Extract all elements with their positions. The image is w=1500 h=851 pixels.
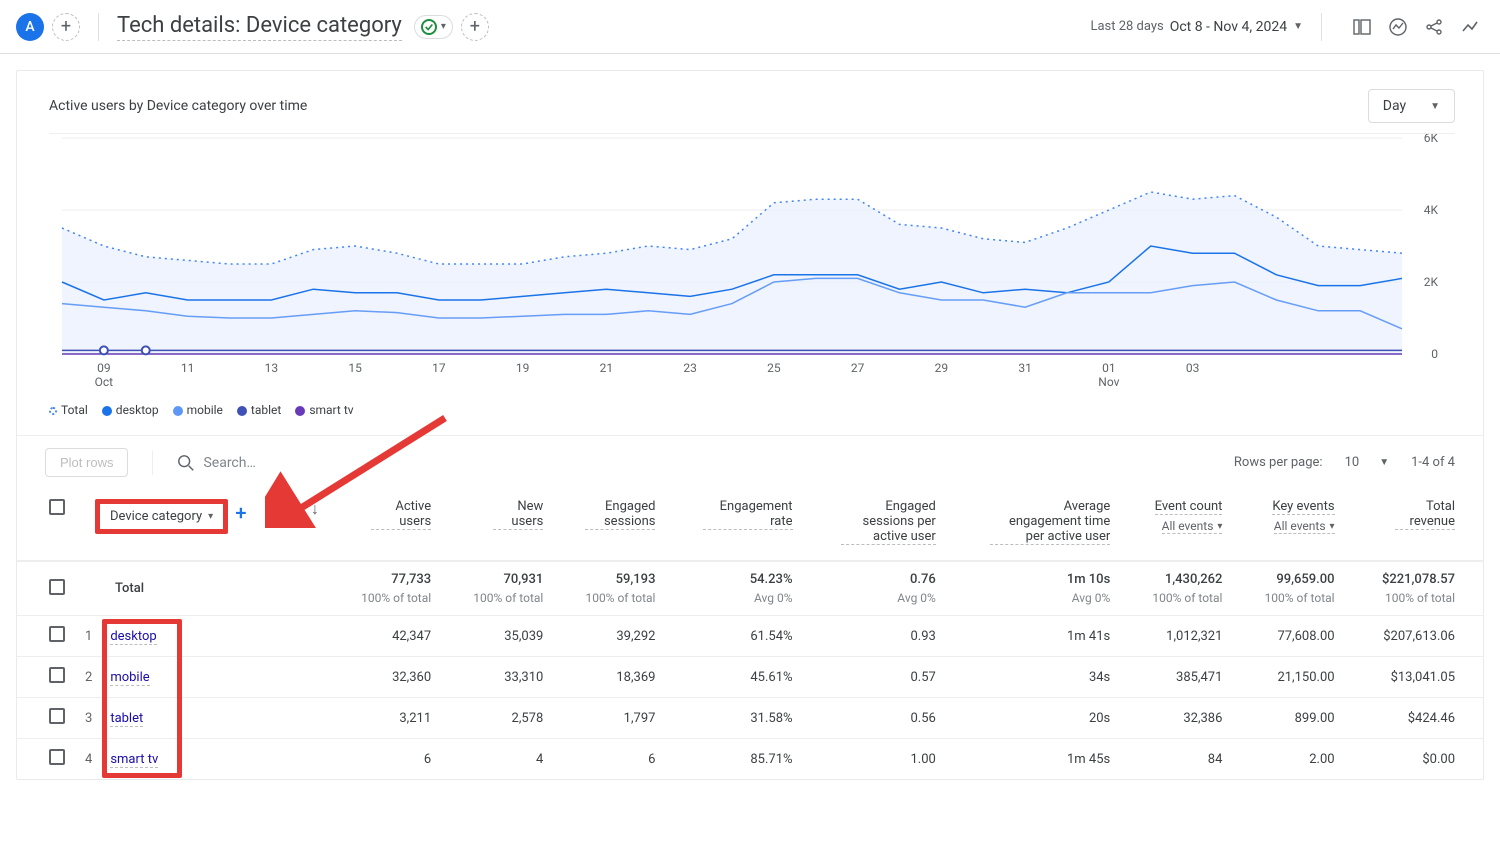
svg-text:17: 17	[432, 361, 446, 375]
chart-title: Active users by Device category over tim…	[49, 98, 307, 114]
trend-icon[interactable]	[1456, 13, 1484, 41]
plot-rows-button[interactable]: Plot rows	[45, 448, 128, 477]
page-range: 1-4 of 4	[1411, 455, 1455, 470]
rows-per-page-label: Rows per page:	[1234, 455, 1323, 470]
svg-text:27: 27	[851, 361, 865, 375]
select-all-checkbox[interactable]	[49, 499, 65, 515]
col-engaged-per-user[interactable]: Engaged sessions per active user	[841, 499, 936, 545]
granularity-label: Day	[1383, 98, 1406, 114]
date-range-text: Oct 8 - Nov 4, 2024	[1170, 19, 1287, 35]
avatar[interactable]: A	[16, 13, 44, 41]
row-checkbox[interactable]	[49, 579, 65, 595]
svg-text:4K: 4K	[1424, 203, 1439, 217]
svg-text:2K: 2K	[1424, 275, 1439, 289]
legend-desktop[interactable]: desktop	[102, 403, 159, 417]
search-icon	[177, 454, 195, 472]
svg-text:13: 13	[265, 361, 279, 375]
customize-report-icon[interactable]	[1348, 13, 1376, 41]
row-checkbox[interactable]	[49, 708, 65, 724]
col-event-count[interactable]: Event count	[1155, 499, 1223, 515]
row-checkbox[interactable]	[49, 626, 65, 642]
table-row: 3tablet 3,2112,5781,79731.58% 0.5620s32,…	[17, 698, 1483, 739]
search-input[interactable]: Search…	[177, 454, 255, 472]
date-prefix: Last 28 days	[1090, 19, 1163, 34]
row-dimension[interactable]: 3tablet	[75, 698, 295, 739]
svg-text:15: 15	[348, 361, 362, 375]
table-row: 4smart tv 64685.71% 1.001m 45s842.00 $0.…	[17, 739, 1483, 780]
col-new-users[interactable]: New users	[493, 499, 543, 530]
table-controls: Plot rows Search… Rows per page: 10▼ 1-4…	[17, 435, 1483, 489]
svg-text:0: 0	[1431, 347, 1438, 361]
legend-mobile[interactable]: mobile	[173, 403, 223, 417]
col-active-users[interactable]: Active users	[371, 499, 431, 530]
svg-text:11: 11	[181, 361, 195, 375]
share-icon[interactable]	[1420, 13, 1448, 41]
sort-arrow-down-icon[interactable]: ↓	[311, 499, 319, 518]
svg-text:03: 03	[1186, 361, 1200, 375]
legend-total[interactable]: Total	[49, 403, 88, 417]
table-row: 1desktop 42,34735,03939,29261.54% 0.931m…	[17, 616, 1483, 657]
granularity-dropdown[interactable]: Day ▼	[1368, 89, 1455, 123]
svg-text:Nov: Nov	[1098, 375, 1119, 389]
svg-text:23: 23	[683, 361, 697, 375]
svg-text:21: 21	[600, 361, 614, 375]
row-dimension[interactable]: 2mobile	[75, 657, 295, 698]
date-range-picker[interactable]: Last 28 days Oct 8 - Nov 4, 2024 ▼	[1090, 19, 1303, 35]
svg-text:Oct: Oct	[95, 375, 114, 389]
col-avg-engagement-time[interactable]: Average engagement time per active user	[990, 499, 1110, 545]
check-icon	[421, 19, 437, 35]
svg-text:25: 25	[767, 361, 781, 375]
row-dimension[interactable]: 4smart tv	[75, 739, 295, 780]
col-total-revenue[interactable]: Total revenue	[1395, 499, 1455, 530]
svg-text:19: 19	[516, 361, 530, 375]
chart-area: 0 2K 4K 6K 09 11 13 15 17 19 21 23 25 27 29 31 01 03 Oct No…	[49, 133, 1455, 393]
key-events-filter[interactable]: All events ▾	[1274, 519, 1335, 534]
divider	[98, 13, 99, 41]
rows-per-page-dropdown[interactable]: 10▼	[1345, 455, 1390, 470]
add-filter-button[interactable]: +	[461, 13, 489, 41]
chart-legend: Total desktop mobile tablet smart tv	[17, 403, 1483, 435]
svg-text:01: 01	[1102, 361, 1116, 375]
line-chart: 0 2K 4K 6K 09 11 13 15 17 19 21 23 25 27 29 31 01 03 Oct No…	[49, 134, 1455, 394]
total-row: Total 77,733100% of total 70,931100% of …	[17, 561, 1483, 616]
dimension-dropdown[interactable]: Device category▾	[106, 506, 217, 527]
caret-down-icon: ▼	[1293, 21, 1303, 32]
report-panel: Active users by Device category over tim…	[16, 70, 1484, 780]
topbar: A + Tech details: Device category ▾ + La…	[0, 0, 1500, 54]
add-dimension-button[interactable]: +	[235, 501, 246, 525]
col-key-events[interactable]: Key events	[1272, 499, 1334, 515]
event-count-filter[interactable]: All events ▾	[1162, 519, 1223, 534]
search-placeholder: Search…	[203, 455, 255, 471]
row-checkbox[interactable]	[49, 667, 65, 683]
svg-text:09: 09	[97, 361, 111, 375]
caret-down-icon: ▼	[1430, 101, 1440, 112]
caret-down-icon: ▾	[441, 21, 446, 32]
col-engagement-rate[interactable]: Engagement rate	[703, 499, 793, 530]
table-row: 2mobile 32,36033,31018,36945.61% 0.5734s…	[17, 657, 1483, 698]
pager: Rows per page: 10▼ 1-4 of 4	[1234, 455, 1455, 470]
svg-text:6K: 6K	[1424, 134, 1439, 145]
row-checkbox[interactable]	[49, 749, 65, 765]
page-title: Tech details: Device category	[117, 13, 402, 41]
svg-text:31: 31	[1018, 361, 1032, 375]
row-dimension[interactable]: 1desktop	[75, 616, 295, 657]
status-pill[interactable]: ▾	[414, 15, 453, 39]
total-label: Total	[75, 561, 295, 616]
legend-tablet[interactable]: tablet	[237, 403, 281, 417]
insights-icon[interactable]	[1384, 13, 1412, 41]
add-comparison-button[interactable]: +	[52, 13, 80, 41]
legend-smart-tv[interactable]: smart tv	[295, 403, 353, 417]
divider	[1321, 13, 1322, 41]
svg-text:29: 29	[935, 361, 949, 375]
data-table: Device category▾ + ↓ Active users New us…	[17, 489, 1483, 779]
col-engaged-sessions[interactable]: Engaged sessions	[585, 499, 655, 530]
